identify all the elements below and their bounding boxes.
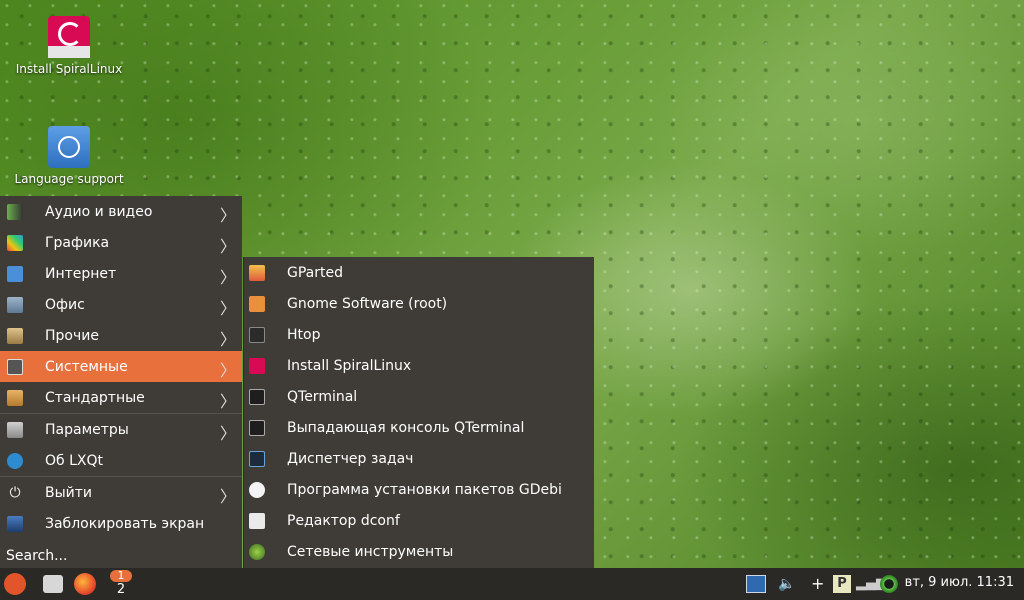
preferences-icon [7, 421, 23, 438]
menu-item-label: Заблокировать экран [45, 515, 205, 532]
taskbar: 1 2 🔈 + P ▂▄▆ вт, 9 июл. 11:31 [0, 568, 1024, 600]
menu-item-about-lxqt[interactable]: Об LXQt [0, 445, 242, 476]
menu-item-office[interactable]: Офис 〉 [0, 289, 242, 320]
desktop-icon-install-spirallinux[interactable]: Install SpiralLinux [14, 16, 124, 76]
submenu-item-label: Диспетчер задач [287, 450, 414, 467]
menu-item-preferences[interactable]: Параметры 〉 [0, 414, 242, 445]
menu-item-label: Стандартные [45, 389, 145, 406]
submenu-item-label: Gnome Software (root) [287, 295, 448, 312]
menu-item-label: Об LXQt [45, 452, 104, 469]
submenu-item-label: Install SpiralLinux [287, 357, 412, 374]
chevron-right-icon: 〉 [219, 361, 236, 380]
submenu-item-label: GParted [287, 264, 343, 281]
tray-window-icon[interactable] [746, 575, 766, 593]
htop-icon [249, 326, 265, 343]
terminal-dropdown-icon [249, 419, 265, 436]
chevron-right-icon: 〉 [219, 424, 236, 443]
accessories-icon [7, 389, 23, 406]
menu-item-system[interactable]: Системные 〉 [0, 351, 242, 382]
workspace-badge: 1 [110, 570, 132, 582]
lxqt-icon [7, 452, 23, 469]
menu-item-audio-video[interactable]: Аудио и видео 〉 [0, 196, 242, 227]
menu-item-internet[interactable]: Интернет 〉 [0, 258, 242, 289]
submenu-item-install-spirallinux[interactable]: Install SpiralLinux [244, 350, 594, 381]
menu-item-label: Выйти [45, 484, 93, 501]
menu-item-label: Аудио и видео [45, 203, 153, 220]
power-icon: ⏻ [9, 484, 21, 501]
firefox-icon[interactable] [74, 573, 96, 595]
menu-item-label: Графика [45, 234, 110, 251]
file-manager-icon[interactable] [43, 575, 63, 593]
task-manager-icon [249, 450, 265, 467]
clipboard-p-icon[interactable]: P [833, 575, 851, 593]
update-notifier-icon[interactable] [880, 575, 898, 593]
menu-item-label: Системные [45, 358, 128, 375]
graphics-icon [7, 234, 23, 251]
submenu-item-qterminal-dropdown[interactable]: Выпадающая консоль QTerminal [244, 412, 594, 443]
desktop-icon-label: Language support [14, 172, 124, 186]
workspace-number: 2 [116, 582, 126, 597]
menu-item-label: Офис [45, 296, 85, 313]
network-tools-icon [249, 543, 265, 560]
audio-video-icon [7, 203, 23, 220]
submenu-item-task-manager[interactable]: Диспетчер задач [244, 443, 594, 474]
chevron-right-icon: 〉 [219, 268, 236, 287]
menu-search-input[interactable]: Search... [6, 548, 67, 564]
submenu-item-gnome-software[interactable]: Gnome Software (root) [244, 288, 594, 319]
network-signal-icon[interactable]: ▂▄▆ [856, 575, 886, 593]
submenu-item-label: Программа установки пакетов GDebi [287, 481, 562, 498]
system-icon [7, 358, 23, 375]
workspace-switcher[interactable]: 1 2 [110, 570, 132, 598]
menu-item-label: Интернет [45, 265, 117, 282]
debian-install-icon [249, 357, 265, 374]
submenu-item-network-tools[interactable]: Сетевые инструменты [244, 536, 594, 567]
submenu-item-label: Редактор dconf [287, 512, 400, 529]
chevron-right-icon: 〉 [219, 237, 236, 256]
chevron-right-icon: 〉 [219, 299, 236, 318]
submenu-item-label: Сетевые инструменты [287, 543, 454, 560]
menu-item-lock-screen[interactable]: Заблокировать экран [0, 508, 242, 539]
debian-install-icon [48, 16, 90, 58]
clock[interactable]: вт, 9 июл. 11:31 [905, 575, 1014, 590]
chevron-right-icon: 〉 [219, 392, 236, 411]
menu-item-label: Прочие [45, 327, 99, 344]
menu-item-leave[interactable]: ⏻ Выйти 〉 [0, 477, 242, 508]
menu-item-accessories[interactable]: Стандартные 〉 [0, 382, 242, 413]
internet-icon [7, 265, 23, 282]
gnome-software-icon [249, 295, 265, 312]
gparted-icon [249, 264, 265, 281]
lock-screen-icon [7, 515, 23, 532]
submenu-item-label: Htop [287, 326, 321, 343]
system-submenu: GParted Gnome Software (root) Htop Insta… [243, 257, 594, 568]
submenu-item-htop[interactable]: Htop [244, 319, 594, 350]
terminal-icon [249, 388, 265, 405]
desktop-icon-label: Install SpiralLinux [15, 62, 123, 76]
gdebi-icon [249, 481, 265, 498]
chevron-right-icon: 〉 [219, 330, 236, 349]
menu-item-graphics[interactable]: Графика 〉 [0, 227, 242, 258]
submenu-item-qterminal[interactable]: QTerminal [244, 381, 594, 412]
submenu-item-dconf-editor[interactable]: Редактор dconf [244, 505, 594, 536]
menu-item-other[interactable]: Прочие 〉 [0, 320, 242, 351]
desktop-icon-language-support[interactable]: Language support [14, 126, 124, 186]
dconf-icon [249, 512, 265, 529]
chevron-right-icon: 〉 [219, 206, 236, 225]
submenu-item-gparted[interactable]: GParted [244, 257, 594, 288]
submenu-item-gdebi[interactable]: Программа установки пакетов GDebi [244, 474, 594, 505]
plus-icon[interactable]: + [811, 575, 829, 593]
submenu-item-label: QTerminal [287, 388, 358, 405]
main-menu-button[interactable] [4, 573, 26, 595]
menu-item-label: Параметры [45, 421, 129, 438]
application-menu: Аудио и видео 〉 Графика 〉 Интернет 〉 Офи… [0, 196, 242, 568]
other-icon [7, 327, 23, 344]
volume-icon[interactable]: 🔈 [778, 575, 796, 593]
globe-icon [48, 126, 90, 168]
submenu-item-label: Выпадающая консоль QTerminal [287, 419, 525, 436]
chevron-right-icon: 〉 [219, 487, 236, 506]
office-icon [7, 296, 23, 313]
